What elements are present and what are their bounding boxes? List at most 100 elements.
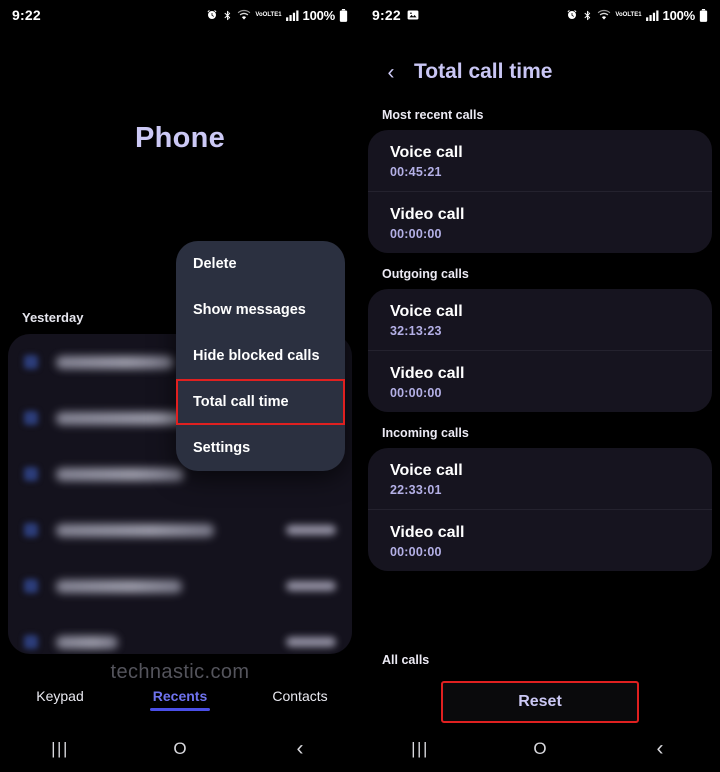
menu-item-label: Show messages (193, 302, 306, 318)
section-outgoing-calls: Outgoing calls Voice call 32:13:23 Video… (360, 267, 720, 412)
row-duration: 00:45:21 (390, 165, 442, 179)
reset-button-area: Reset (360, 681, 720, 723)
row-duration: 00:00:00 (390, 386, 442, 400)
overflow-menu[interactable]: Delete Show messages Hide blocked calls … (176, 241, 345, 471)
battery-percent: 100% (302, 7, 336, 23)
tab-keypad[interactable]: Keypad (0, 686, 120, 704)
menu-item-total-call-time[interactable]: Total call time (176, 379, 345, 425)
right-phone-screen: 9:22 VoO LTE1 100% ‹ Total call time Mos… (360, 0, 720, 772)
contact-name-redacted (56, 355, 174, 369)
dual-screenshot-composite: 9:22 VoO LTE1 100% Phone Yesterday Delet… (0, 0, 720, 772)
call-type-icon (24, 635, 38, 649)
volte-icon: VoO LTE1 (615, 11, 642, 18)
menu-item-hide-blocked-calls[interactable]: Hide blocked calls (176, 333, 345, 379)
section-label: Outgoing calls (382, 267, 469, 281)
row-title: Voice call (390, 462, 463, 479)
row-duration: 32:13:23 (390, 324, 442, 338)
section-label: Incoming calls (382, 426, 469, 440)
menu-item-label: Delete (193, 256, 237, 272)
all-calls-label: All calls (382, 653, 430, 667)
volte-line-1: VoO (615, 11, 628, 18)
day-group-label: Yesterday (22, 310, 84, 325)
list-item[interactable] (8, 502, 352, 558)
row-title: Voice call (390, 303, 463, 320)
row-title: Video call (390, 206, 465, 223)
volte-line-2: LTE1 (267, 11, 282, 18)
section-most-recent-calls: Most recent calls Voice call 00:45:21 Vi… (360, 108, 720, 253)
bluetooth-icon (582, 9, 593, 22)
back-nav-icon[interactable]: ‹ (240, 737, 360, 761)
menu-item-settings[interactable]: Settings (176, 425, 345, 471)
android-nav-bar-left: ||| O ‹ (0, 726, 360, 772)
recents-nav-icon[interactable]: ||| (360, 739, 480, 759)
battery-percent: 100% (662, 7, 696, 23)
status-bar-right: 9:22 VoO LTE1 100% (360, 0, 720, 30)
row-title: Voice call (390, 144, 463, 161)
menu-item-label: Total call time (193, 394, 289, 410)
menu-item-show-messages[interactable]: Show messages (176, 287, 345, 333)
wifi-icon (237, 9, 251, 21)
bluetooth-icon (222, 9, 233, 22)
list-item[interactable] (8, 558, 352, 614)
section-label: Most recent calls (382, 108, 484, 122)
call-time-sections: Most recent calls Voice call 00:45:21 Vi… (360, 108, 720, 585)
back-nav-icon[interactable]: ‹ (600, 737, 720, 761)
battery-icon (699, 8, 708, 22)
row-duration: 00:00:00 (390, 227, 442, 241)
row-video-call[interactable]: Video call 00:00:00 (368, 509, 712, 571)
alarm-icon (206, 9, 218, 21)
watermark: technastic.com (110, 661, 250, 683)
menu-item-delete[interactable]: Delete (176, 241, 345, 287)
section-card: Voice call 22:33:01 Video call 00:00:00 (368, 448, 712, 571)
left-phone-screen: 9:22 VoO LTE1 100% Phone Yesterday Delet… (0, 0, 360, 772)
status-time: 9:22 (372, 7, 401, 23)
status-bar-left: 9:22 VoO LTE1 100% (0, 0, 360, 30)
row-voice-call[interactable]: Voice call 32:13:23 (368, 289, 712, 350)
row-duration: 00:00:00 (390, 545, 442, 559)
reset-button[interactable]: Reset (441, 681, 639, 723)
status-icons-group: VoO LTE1 100% (566, 8, 708, 23)
contact-name-redacted (56, 467, 184, 481)
contact-name-redacted (56, 635, 118, 649)
tab-label: Keypad (36, 688, 84, 704)
call-type-icon (24, 467, 38, 481)
signal-icon (285, 9, 299, 21)
alarm-icon (566, 9, 578, 21)
contact-name-redacted (56, 523, 214, 537)
call-timestamp-redacted (286, 637, 336, 647)
section-card: Voice call 00:45:21 Video call 00:00:00 (368, 130, 712, 253)
home-nav-icon[interactable]: O (480, 739, 600, 759)
call-type-icon (24, 355, 38, 369)
row-voice-call[interactable]: Voice call 00:45:21 (368, 130, 712, 191)
image-icon (407, 9, 419, 21)
tab-label: Recents (152, 688, 208, 704)
battery-icon (339, 8, 348, 22)
volte-line-1: VoO (255, 11, 268, 18)
row-duration: 22:33:01 (390, 483, 442, 497)
menu-item-label: Settings (193, 440, 251, 456)
call-timestamp-redacted (286, 581, 336, 591)
menu-item-label: Hide blocked calls (193, 348, 320, 364)
home-nav-icon[interactable]: O (120, 739, 240, 759)
row-title: Video call (390, 524, 465, 541)
tab-label: Contacts (272, 688, 328, 704)
volte-icon: VoO LTE1 (255, 11, 282, 18)
android-nav-bar-right: ||| O ‹ (360, 726, 720, 772)
call-timestamp-redacted (286, 525, 336, 535)
volte-line-2: LTE1 (627, 11, 642, 18)
call-type-icon (24, 523, 38, 537)
row-video-call[interactable]: Video call 00:00:00 (368, 350, 712, 412)
section-incoming-calls: Incoming calls Voice call 22:33:01 Video… (360, 426, 720, 571)
tab-contacts[interactable]: Contacts (240, 686, 360, 704)
recents-nav-icon[interactable]: ||| (0, 739, 120, 759)
status-time: 9:22 (12, 7, 41, 23)
call-type-icon (24, 411, 38, 425)
chevron-left-icon[interactable]: ‹ (380, 61, 402, 83)
row-voice-call[interactable]: Voice call 22:33:01 (368, 448, 712, 509)
page-title: Total call time (414, 60, 553, 83)
row-video-call[interactable]: Video call 00:00:00 (368, 191, 712, 253)
tab-recents[interactable]: Recents (120, 686, 240, 704)
page-title: Phone (134, 122, 226, 154)
list-item[interactable] (8, 614, 352, 654)
reset-button-label: Reset (518, 693, 562, 710)
